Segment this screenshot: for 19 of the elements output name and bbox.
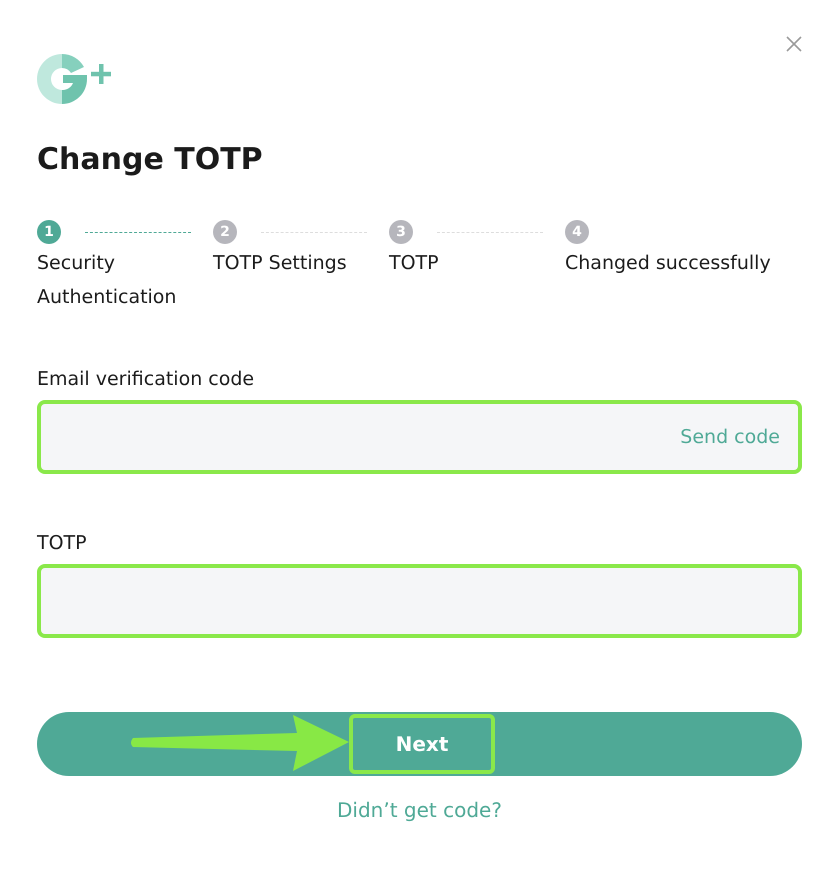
field-label: TOTP bbox=[37, 532, 88, 554]
step-label: Changed successfully bbox=[565, 251, 772, 276]
input-field[interactable] bbox=[37, 564, 802, 638]
dialog-title: Change TOTP bbox=[37, 142, 264, 178]
step-number: 1 bbox=[37, 220, 61, 244]
step-number: 4 bbox=[565, 220, 589, 244]
step-label: TOTP Settings bbox=[213, 251, 348, 276]
step-number: 2 bbox=[213, 220, 237, 244]
field-label: Email verification code bbox=[37, 368, 256, 390]
logo-icon bbox=[37, 54, 113, 104]
help-link[interactable]: Didn’t get code? bbox=[337, 798, 502, 822]
step-number: 3 bbox=[389, 220, 413, 244]
send-code-link[interactable]: Send code bbox=[680, 426, 780, 448]
input-field[interactable]: Send code bbox=[37, 400, 802, 474]
next-button[interactable]: Next bbox=[37, 712, 802, 776]
step-label: Security Authentication bbox=[37, 251, 178, 310]
close-button[interactable] bbox=[786, 36, 802, 52]
step-label: TOTP bbox=[389, 251, 440, 276]
button-label: Next bbox=[396, 732, 448, 756]
